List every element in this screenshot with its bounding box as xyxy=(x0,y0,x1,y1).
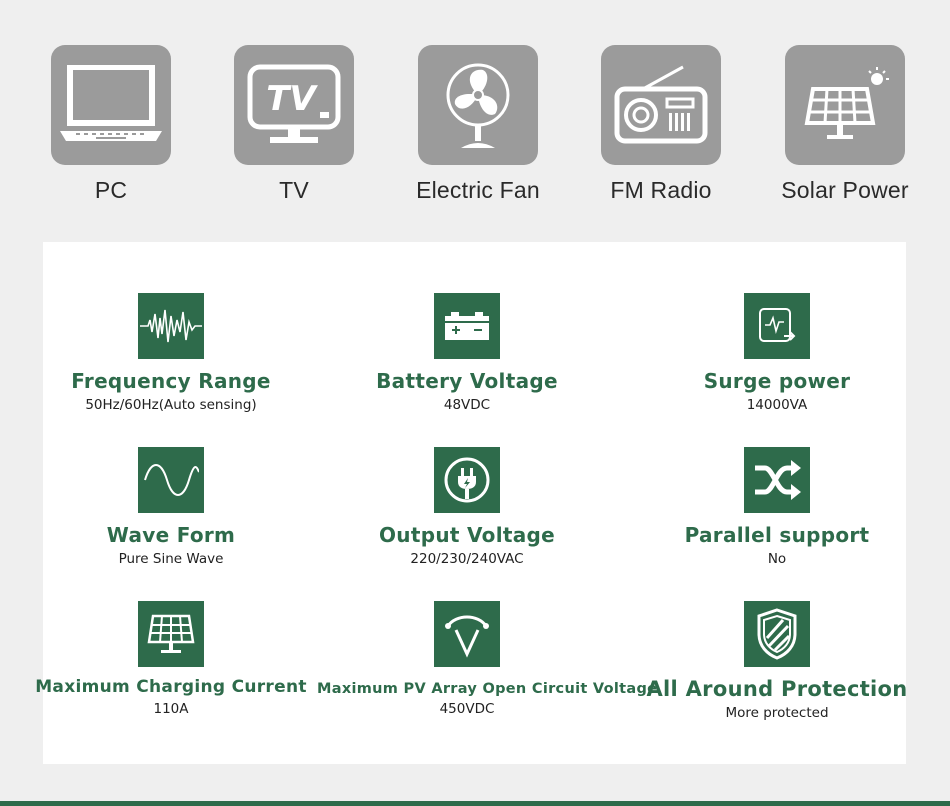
feature-value: 14000VA xyxy=(746,397,808,413)
device-label: Electric Fan xyxy=(416,177,540,203)
solar-panel-icon xyxy=(138,601,204,667)
radio-icon xyxy=(601,45,721,165)
feature-value: 220/230/240VAC xyxy=(410,551,524,567)
sine-wave-icon xyxy=(138,447,204,513)
feature-title: Maximum Charging Current xyxy=(35,677,307,697)
feature-output-voltage: Output Voltage 220/230/240VAC xyxy=(317,447,617,567)
device-label: FM Radio xyxy=(610,177,712,203)
laptop-icon xyxy=(51,45,171,165)
bottom-accent-bar xyxy=(0,801,950,806)
feature-wave-form: Wave Form Pure Sine Wave xyxy=(21,447,321,567)
device-pc: PC xyxy=(21,45,201,204)
feature-title: Output Voltage xyxy=(379,523,555,547)
frequency-wave-icon xyxy=(138,293,204,359)
feature-surge-power: Surge power 14000VA xyxy=(627,293,927,413)
feature-value: 450VDC xyxy=(439,701,495,717)
feature-title: Frequency Range xyxy=(71,369,271,393)
feature-title: Maximum PV Array Open Circuit Voltage xyxy=(317,681,658,697)
feature-title: Battery Voltage xyxy=(376,369,558,393)
feature-all-around-protection: All Around Protection More protected xyxy=(627,601,927,721)
feature-max-charging-current: Maximum Charging Current 110A xyxy=(21,601,321,717)
feature-value: No xyxy=(767,551,787,567)
feature-title: Parallel support xyxy=(684,523,870,547)
tv-icon: TV xyxy=(234,45,354,165)
feature-value: 110A xyxy=(153,701,189,717)
feature-parallel-support: Parallel support No xyxy=(627,447,927,567)
shuffle-icon xyxy=(744,447,810,513)
feature-title: Surge power xyxy=(703,369,851,393)
feature-value: More protected xyxy=(725,705,829,721)
device-tv: TV TV xyxy=(204,45,384,204)
plug-icon xyxy=(434,447,500,513)
feature-value: Pure Sine Wave xyxy=(118,551,224,567)
feature-value: 50Hz/60Hz(Auto sensing) xyxy=(85,397,257,413)
device-fan: Electric Fan xyxy=(388,45,568,204)
spec-panel: Frequency Range 50Hz/60Hz(Auto sensing) … xyxy=(35,242,907,764)
device-row: PC TV TV Electric Fan FM Radio Solar Pow… xyxy=(0,0,950,240)
surge-icon xyxy=(744,293,810,359)
feature-title: All Around Protection xyxy=(646,677,908,701)
feature-title: Wave Form xyxy=(106,523,236,547)
device-label: TV xyxy=(279,177,309,203)
device-radio: FM Radio xyxy=(571,45,751,204)
fan-icon xyxy=(418,45,538,165)
device-label: PC xyxy=(94,177,128,203)
feature-value: 48VDC xyxy=(443,397,491,413)
feature-max-pv-voltage: Maximum PV Array Open Circuit Voltage 45… xyxy=(317,601,658,717)
feature-battery-voltage: Battery Voltage 48VDC xyxy=(317,293,617,413)
solar-panel-icon xyxy=(785,45,905,165)
voltage-icon xyxy=(434,601,500,667)
device-label: Solar Power xyxy=(781,177,909,203)
shield-icon xyxy=(744,601,810,667)
tv-logo-text: TV xyxy=(266,79,318,119)
device-solar: Solar Power xyxy=(755,45,935,204)
battery-icon xyxy=(434,293,500,359)
feature-frequency-range: Frequency Range 50Hz/60Hz(Auto sensing) xyxy=(21,293,321,413)
